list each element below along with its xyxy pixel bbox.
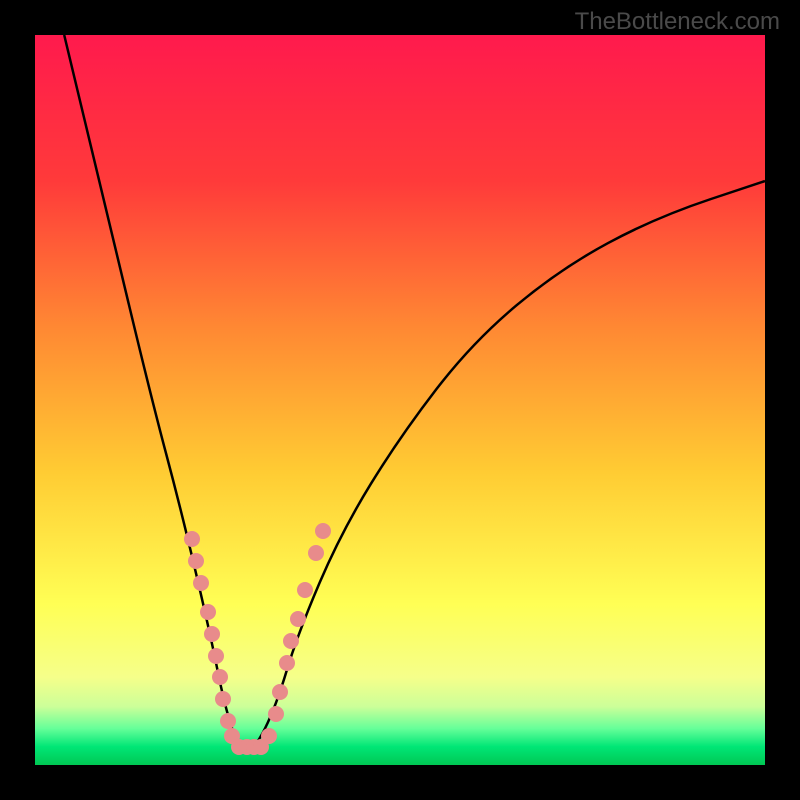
data-point	[208, 648, 224, 664]
data-point	[212, 669, 228, 685]
data-point	[297, 582, 313, 598]
data-point	[220, 713, 236, 729]
data-point	[290, 611, 306, 627]
data-point	[315, 523, 331, 539]
data-point	[308, 545, 324, 561]
data-point	[200, 604, 216, 620]
data-point	[188, 553, 204, 569]
chart-plot-area	[35, 35, 765, 765]
data-point	[283, 633, 299, 649]
data-point	[204, 626, 220, 642]
data-point	[272, 684, 288, 700]
data-point	[268, 706, 284, 722]
data-point	[279, 655, 295, 671]
data-point	[261, 728, 277, 744]
watermark-text: TheBottleneck.com	[575, 8, 780, 36]
data-point	[193, 575, 209, 591]
data-point	[215, 691, 231, 707]
data-point	[184, 531, 200, 547]
scatter-points-container	[35, 35, 765, 765]
